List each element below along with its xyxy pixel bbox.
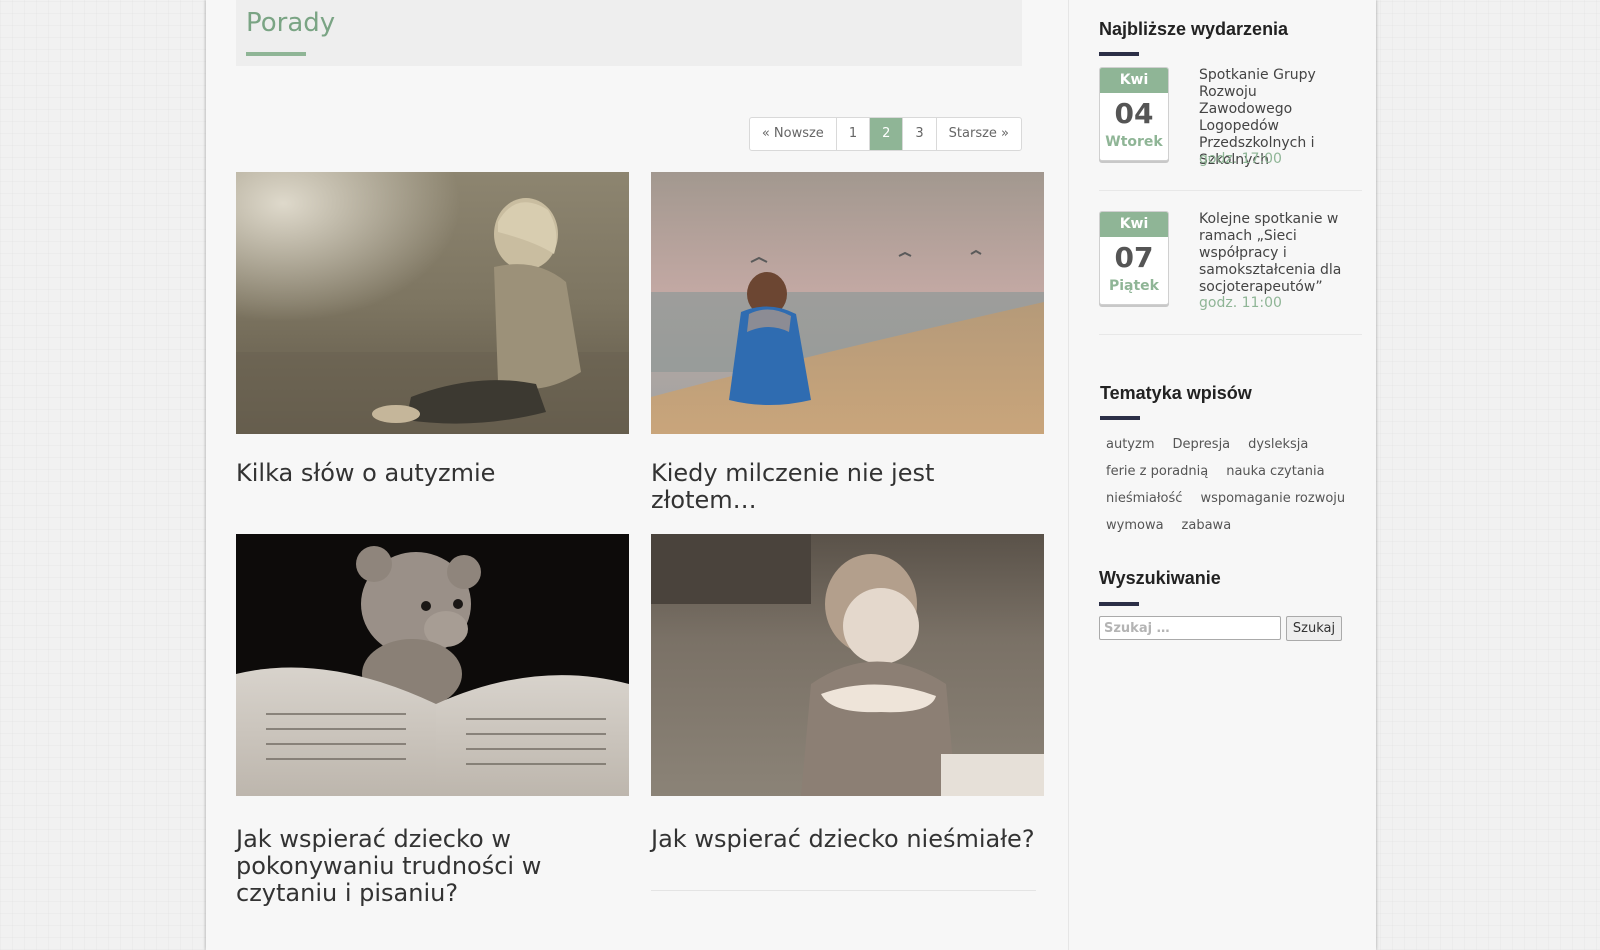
event-day: 04 xyxy=(1114,97,1154,130)
event-item[interactable]: Kwi 04 Wtorek Spotkanie Grupy Rozwoju Za… xyxy=(1099,67,1362,191)
tag-link[interactable]: wymowa xyxy=(1106,517,1164,534)
search-widget-underline xyxy=(1099,602,1139,606)
sidebar-separator xyxy=(1068,0,1069,950)
tag-link[interactable]: ferie z poradnią xyxy=(1106,463,1208,480)
page-header: Porady xyxy=(236,0,1022,66)
pagination-page-3[interactable]: 3 xyxy=(902,118,935,150)
post-thumbnail-boy-beach[interactable] xyxy=(651,172,1044,434)
event-time: godz. 17:00 xyxy=(1199,151,1282,167)
tag-link[interactable]: nieśmiałość xyxy=(1106,490,1182,507)
page-container: Porady « Nowsze 1 2 3 Starsze » Kilka sł… xyxy=(206,0,1376,950)
tags-widget-title: Tematyka wpisów xyxy=(1100,383,1252,403)
pagination-older-link[interactable]: Starsze » xyxy=(935,118,1021,150)
event-weekday: Wtorek xyxy=(1105,134,1163,150)
tag-link[interactable]: zabawa xyxy=(1182,517,1232,534)
post-title-link[interactable]: Kilka słów o autyzmie xyxy=(236,460,629,487)
post-title-link[interactable]: Jak wspierać dziecko nieśmiałe? xyxy=(651,826,1044,853)
search-button[interactable]: Szukaj xyxy=(1286,616,1342,641)
search-widget-title: Wyszukiwanie xyxy=(1099,568,1221,588)
tag-cloud: autyzm Depresja dysleksja ferie z poradn… xyxy=(1099,436,1362,534)
pagination-page-2-current: 2 xyxy=(869,118,903,150)
post-thumbnail-teddy-book[interactable] xyxy=(236,534,629,796)
event-time: godz. 11:00 xyxy=(1199,295,1282,311)
post-title-link[interactable]: Kiedy milczenie nie jest złotem… xyxy=(651,460,1044,514)
pagination: « Nowsze 1 2 3 Starsze » xyxy=(748,117,1022,151)
title-underline xyxy=(246,52,306,56)
post-title-link[interactable]: Jak wspierać dziecko w pokonywaniu trudn… xyxy=(236,826,629,907)
event-date-badge: Kwi 07 Piątek xyxy=(1099,211,1169,305)
tag-link[interactable]: autyzm xyxy=(1106,436,1154,453)
tag-link[interactable]: nauka czytania xyxy=(1226,463,1324,480)
event-month: Kwi xyxy=(1100,68,1168,93)
post-divider xyxy=(651,890,1036,891)
tag-link[interactable]: wspomaganie rozwoju xyxy=(1200,490,1345,507)
post-card: Jak wspierać dziecko w pokonywaniu trudn… xyxy=(236,534,629,907)
pagination-page-1[interactable]: 1 xyxy=(835,118,869,150)
main-content: Porady « Nowsze 1 2 3 Starsze » Kilka sł… xyxy=(236,0,1044,950)
tag-link[interactable]: Depresja xyxy=(1172,436,1230,453)
event-weekday: Piątek xyxy=(1108,278,1159,294)
events-widget-title: Najbliższe wydarzenia xyxy=(1099,19,1289,39)
post-card: Jak wspierać dziecko nieśmiałe? xyxy=(651,534,1044,891)
event-title-link[interactable]: Kolejne spotkanie w ramach „Sieci współp… xyxy=(1199,211,1349,296)
post-thumbnail-shy-girl[interactable] xyxy=(651,534,1044,796)
tag-link[interactable]: dysleksja xyxy=(1248,436,1308,453)
event-month: Kwi xyxy=(1100,212,1168,237)
post-thumbnail-girl-sitting[interactable] xyxy=(236,172,629,434)
page-title: Porady xyxy=(246,8,336,38)
tags-widget-underline xyxy=(1100,416,1140,420)
search-input[interactable] xyxy=(1099,616,1281,640)
post-card: Kilka słów o autyzmie xyxy=(236,172,629,487)
event-day: 07 xyxy=(1114,241,1154,274)
event-date-badge: Kwi 04 Wtorek xyxy=(1099,67,1169,161)
event-item[interactable]: Kwi 07 Piątek Kolejne spotkanie w ramach… xyxy=(1099,211,1362,335)
post-card: Kiedy milczenie nie jest złotem… xyxy=(651,172,1044,514)
events-widget-underline xyxy=(1099,52,1139,56)
pagination-newer-link[interactable]: « Nowsze xyxy=(750,118,836,150)
